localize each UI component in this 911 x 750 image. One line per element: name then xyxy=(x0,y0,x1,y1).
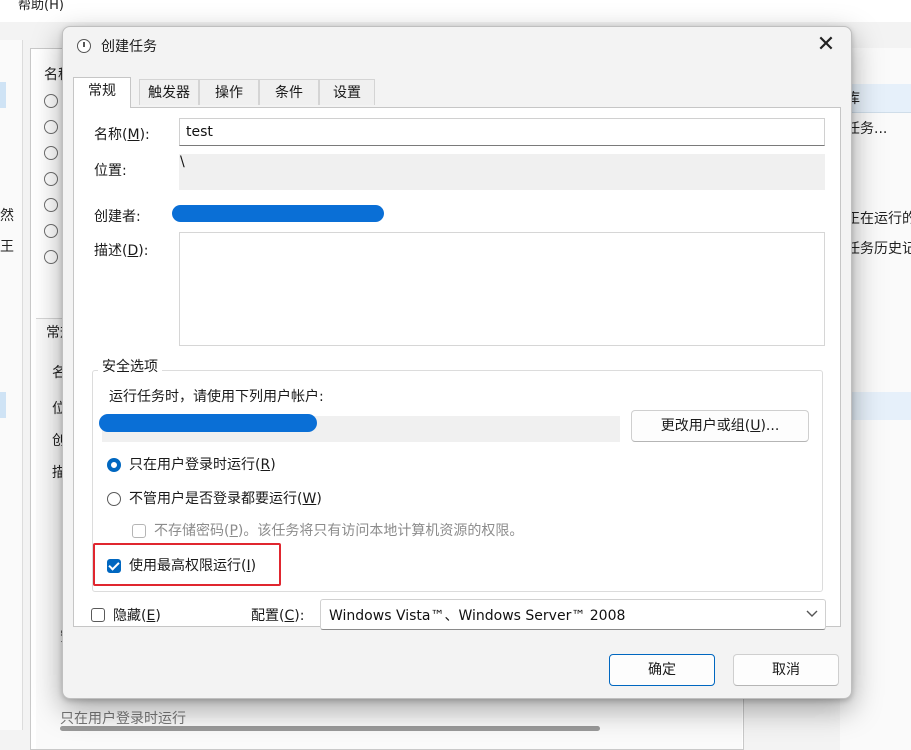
tab-conditions[interactable]: 条件 xyxy=(259,79,319,105)
tab-settings[interactable]: 设置 xyxy=(319,79,375,105)
user-account-redaction xyxy=(99,414,317,432)
clock-icon xyxy=(44,198,58,212)
clock-icon xyxy=(44,146,58,160)
name-label: 名称(M): xyxy=(94,127,150,143)
location-label: 位置: xyxy=(94,163,127,179)
radio-run-whether-logged-on[interactable] xyxy=(107,492,121,506)
location-value: \ xyxy=(180,154,185,170)
action-item[interactable]: 正在运行的 xyxy=(846,208,911,228)
clock-icon xyxy=(44,224,58,238)
run-as-text: 运行任务时，请使用下列用户帐户: xyxy=(109,389,324,405)
location-field xyxy=(179,154,825,190)
left-pane-text: 王 xyxy=(0,239,14,255)
radio-run-when-logged-on[interactable] xyxy=(107,458,121,472)
create-task-dialog: 创建任务 ✕ 常规 触发器 操作 条件 设置 名称(M): test 位置: \… xyxy=(62,26,852,699)
hidden-label[interactable]: 隐藏(E) xyxy=(113,605,161,625)
name-input[interactable]: test xyxy=(179,118,825,146)
description-label: 描述(D): xyxy=(94,243,149,259)
radio-run-whether-logged-on-label[interactable]: 不管用户是否登录都要运行(W) xyxy=(129,488,322,508)
clock-icon xyxy=(44,120,58,134)
detail-run-option-text: 只在用户登录时运行 xyxy=(60,711,186,727)
tab-actions[interactable]: 操作 xyxy=(199,79,259,105)
left-pane xyxy=(0,40,23,730)
radio-run-when-logged-on-label[interactable]: 只在用户登录时运行(R) xyxy=(129,454,276,474)
change-user-button[interactable]: 更改用户或组(U)... xyxy=(631,410,809,442)
clock-icon xyxy=(44,172,58,186)
clock-icon xyxy=(44,94,58,108)
left-pane-selection xyxy=(0,82,6,108)
no-store-password-checkbox[interactable] xyxy=(132,524,146,538)
highlight-annotation xyxy=(93,543,281,586)
tab-triggers[interactable]: 触发器 xyxy=(139,79,199,105)
menu-bar: 帮助(H) xyxy=(0,0,911,23)
dialog-title: 创建任务 xyxy=(101,39,157,55)
horizontal-scrollbar[interactable] xyxy=(60,726,600,731)
no-store-password-label: 不存储密码(P)。该任务将只有访问本地计算机资源的权限。 xyxy=(154,523,524,539)
description-textarea[interactable] xyxy=(179,232,825,346)
tab-general[interactable]: 常规 xyxy=(73,77,131,108)
configure-label: 配置(C): xyxy=(251,608,305,624)
menu-help[interactable]: 帮助(H) xyxy=(18,0,64,13)
configure-dropdown-value: Windows Vista™、Windows Server™ 2008 xyxy=(329,608,626,624)
clock-icon xyxy=(77,39,91,53)
author-label: 创建者: xyxy=(94,209,141,225)
security-options-legend: 安全选项 xyxy=(98,356,162,376)
dialog-titlebar: 创建任务 ✕ xyxy=(63,27,851,65)
ok-button[interactable]: 确定 xyxy=(609,654,715,686)
action-item[interactable]: 任务... xyxy=(846,118,887,138)
cancel-button[interactable]: 取消 xyxy=(733,654,839,686)
hidden-checkbox[interactable] xyxy=(91,608,105,622)
configure-dropdown[interactable]: Windows Vista™、Windows Server™ 2008 xyxy=(320,599,826,630)
close-button[interactable]: ✕ xyxy=(811,33,841,59)
left-pane-selection xyxy=(0,392,6,418)
clock-icon xyxy=(44,250,58,264)
chevron-down-icon xyxy=(806,610,818,617)
action-item[interactable]: 任务历史记 xyxy=(846,238,911,258)
author-redaction xyxy=(172,205,384,222)
left-pane-text: 然 xyxy=(0,208,14,224)
